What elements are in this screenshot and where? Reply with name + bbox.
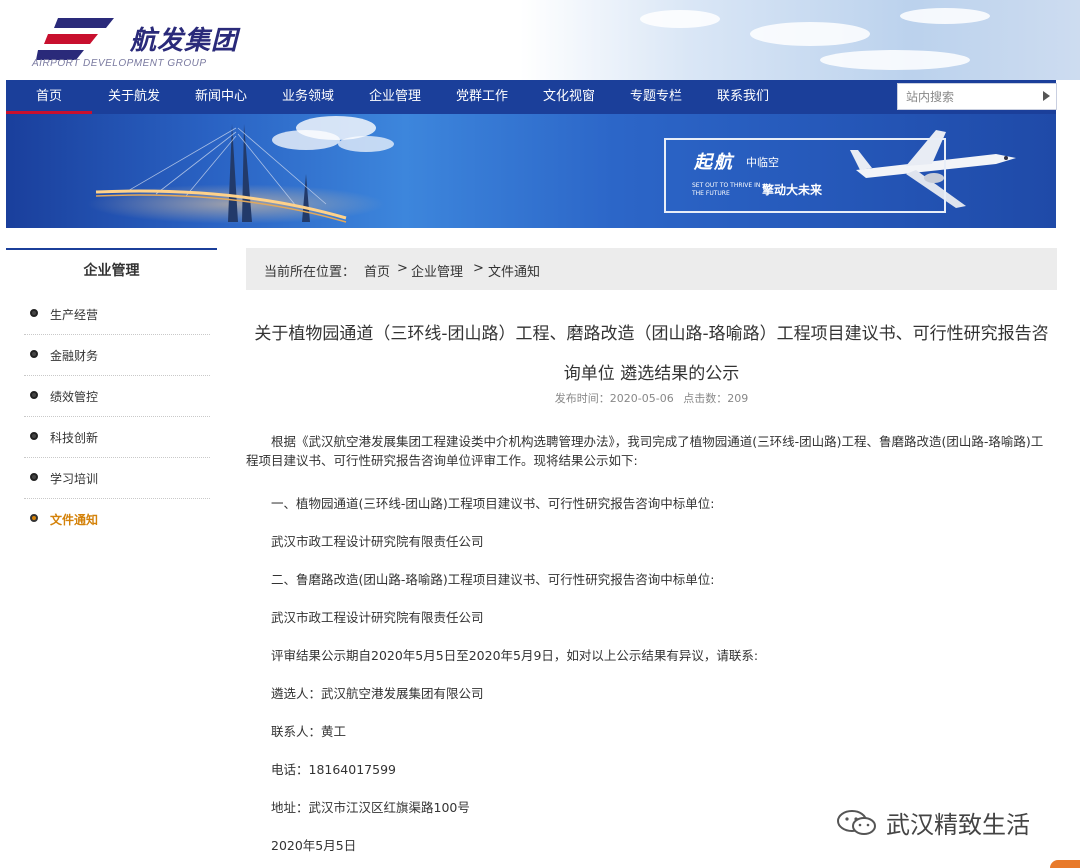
publish-time: 发布时间：2020-05-06: [554, 392, 674, 405]
nav-item-news[interactable]: 新闻中心: [195, 80, 247, 114]
site-header: 航发集团 AIRPORT DEVELOPMENT GROUP: [0, 0, 1080, 80]
click-count: 点击数：209: [683, 392, 749, 405]
watermark-text: 武汉精致生活: [886, 811, 1030, 839]
cloud-decoration: [900, 8, 990, 24]
nav-item-party[interactable]: 党群工作: [456, 80, 508, 114]
nav-item-business[interactable]: 业务领域: [282, 80, 334, 114]
sidebar-item-label: 绩效管控: [50, 390, 99, 404]
banner-slogan: 擎动大未来: [762, 183, 823, 197]
article-paragraph: 二、鲁磨路改造(团山路-珞喻路)工程项目建议书、可行性研究报告咨询中标单位:: [271, 572, 715, 587]
breadcrumb-management[interactable]: 企业管理: [411, 261, 463, 280]
header-sky-background: [520, 0, 1080, 80]
article-paragraph: 遴选人：武汉航空港发展集团有限公司: [271, 686, 484, 701]
nav-item-culture[interactable]: 文化视窗: [543, 80, 595, 114]
article-paragraph: 根据《武汉航空港发展集团工程建设类中介机构选聘管理办法》，我司完成了植物园通道(…: [246, 434, 1044, 468]
bullet-icon: [30, 473, 38, 481]
search-input[interactable]: [898, 84, 1034, 109]
sidebar: 企业管理 生产经营 金融财务 绩效管控 科技创新 学习培训 文件通知: [6, 248, 217, 548]
search-arrow-icon[interactable]: [1043, 91, 1050, 101]
logo-text: 航发集团: [130, 26, 239, 56]
sidebar-title: 企业管理: [83, 263, 140, 279]
sidebar-item-performance[interactable]: 绩效管控: [24, 376, 210, 417]
corner-decoration: [1050, 860, 1080, 868]
bullet-icon: [30, 350, 38, 358]
site-logo[interactable]: 航发集团 AIRPORT DEVELOPMENT GROUP: [30, 10, 290, 72]
sidebar-item-label: 学习培训: [50, 472, 99, 486]
banner-slogan-box: 起航 中临空 SET OUT TO THRIVE IN THE FUTURE 擎…: [664, 138, 946, 213]
article-paragraph: 武汉市政工程设计研究院有限责任公司: [271, 610, 484, 625]
article-title: 关于植物园通道（三环线-团山路）工程、磨路改造（团山路-珞喻路）工程项目建议书、…: [246, 314, 1057, 394]
article-paragraph: 武汉市政工程设计研究院有限责任公司: [271, 534, 484, 549]
logo-swoosh-icon: [36, 18, 114, 60]
logo-subtitle: AIRPORT DEVELOPMENT GROUP: [32, 58, 207, 69]
breadcrumb-separator: >: [397, 261, 408, 276]
sidebar-item-label: 金融财务: [50, 349, 99, 363]
breadcrumb-separator: >: [473, 261, 484, 276]
breadcrumb-home[interactable]: 首页: [364, 261, 390, 280]
article-title-line: 关于植物园通道（三环线-团山路）工程、磨路改造（团山路-珞喻路）工程项目建议书、…: [254, 324, 1049, 344]
article-paragraph: 评审结果公示期自2020年5月5日至2020年5月9日，如对以上公示结果有异议，…: [271, 648, 759, 663]
nav-item-management[interactable]: 企业管理: [369, 80, 421, 114]
bullet-icon: [30, 309, 38, 317]
nav-item-about[interactable]: 关于航发: [108, 80, 160, 114]
sidebar-item-training[interactable]: 学习培训: [24, 458, 210, 499]
sidebar-item-label: 文件通知: [50, 513, 99, 527]
search-box: [897, 83, 1057, 110]
bullet-icon: [30, 514, 38, 522]
cloud-decoration: [820, 50, 970, 70]
article-paragraph: 2020年5月5日: [271, 838, 357, 853]
nav-item-topics[interactable]: 专题专栏: [630, 80, 682, 114]
sidebar-item-notices[interactable]: 文件通知: [24, 499, 210, 540]
wechat-icon: [837, 810, 876, 835]
bullet-icon: [30, 391, 38, 399]
cloud-decoration: [750, 22, 870, 46]
nav-item-contact[interactable]: 联系我们: [717, 80, 769, 114]
banner-english: SET OUT TO THRIVE IN THE FUTURE: [692, 182, 761, 197]
nav-item-home[interactable]: 首页: [6, 80, 92, 114]
sidebar-item-production[interactable]: 生产经营: [24, 294, 210, 335]
bullet-icon: [30, 432, 38, 440]
sidebar-item-label: 科技创新: [50, 431, 99, 445]
banner-title: 起航: [694, 152, 734, 173]
sidebar-item-label: 生产经营: [50, 308, 99, 322]
breadcrumb: 当前所在位置： 首页 > 企业管理 > 文件通知: [246, 248, 1057, 290]
article-title-line: 询单位 遴选结果的公示: [563, 364, 740, 384]
article-paragraph: 一、植物园通道(三环线-团山路)工程项目建议书、可行性研究报告咨询中标单位:: [271, 496, 715, 511]
article-paragraph: 联系人：黄工: [271, 724, 347, 739]
sidebar-item-innovation[interactable]: 科技创新: [24, 417, 210, 458]
hero-banner: 起航 中临空 SET OUT TO THRIVE IN THE FUTURE 擎…: [6, 114, 1056, 228]
breadcrumb-prefix: 当前所在位置：: [264, 265, 356, 280]
sidebar-item-finance[interactable]: 金融财务: [24, 335, 210, 376]
article-paragraph: 地址：武汉市江汉区红旗渠路100号: [271, 800, 470, 815]
cloud-decoration: [640, 10, 720, 28]
banner-subtitle: 中临空: [746, 156, 779, 169]
article-meta: 发布时间：2020-05-06 点击数：209: [246, 390, 1057, 406]
breadcrumb-current: 文件通知: [488, 265, 541, 280]
article-paragraph: 电话：18164017599: [271, 762, 396, 777]
